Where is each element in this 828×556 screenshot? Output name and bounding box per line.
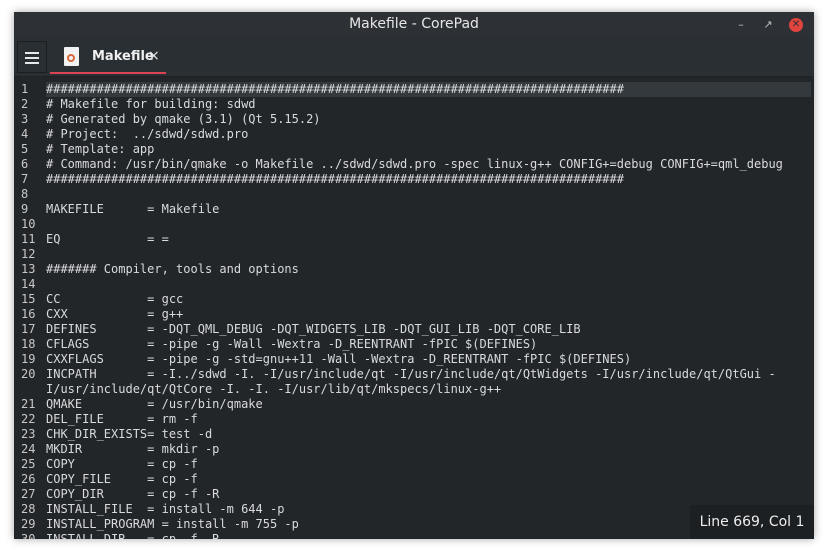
- line-number: 2: [21, 97, 29, 111]
- line-text[interactable]: DEL_FILE = rm -f: [46, 412, 198, 427]
- line-text[interactable]: EQ = =: [46, 232, 169, 247]
- code-line[interactable]: 20 INCPATH = -I../sdwd -I. -I/usr/include…: [14, 367, 814, 397]
- tab-label: Makefile: [92, 49, 154, 64]
- code-line[interactable]: 6 # Command: /usr/bin/qmake -o Makefile .…: [14, 157, 814, 172]
- line-text[interactable]: INCPATH = -I../sdwd -I. -I/usr/include/q…: [46, 367, 806, 397]
- minimize-icon[interactable]: –: [734, 18, 748, 32]
- line-text[interactable]: # Generated by qmake (3.1) (Qt 5.15.2): [46, 112, 321, 127]
- line-number: 23: [21, 427, 36, 441]
- line-text[interactable]: ########################################…: [46, 172, 624, 187]
- code-line[interactable]: 15 CC = gcc: [14, 292, 814, 307]
- line-text[interactable]: COPY = cp -f: [46, 457, 198, 472]
- line-number: 27: [21, 487, 36, 501]
- close-window-icon[interactable]: ✕: [789, 18, 803, 32]
- line-number: 28: [21, 502, 36, 516]
- line-text[interactable]: CFLAGS = -pipe -g -Wall -Wextra -D_REENT…: [46, 337, 537, 352]
- active-tab-indicator: [50, 72, 166, 74]
- code-line[interactable]: 11 EQ = =: [14, 232, 814, 247]
- line-number: 22: [21, 412, 36, 426]
- code-line[interactable]: 26 COPY_FILE = cp -f: [14, 472, 814, 487]
- line-text[interactable]: MKDIR = mkdir -p: [46, 442, 219, 457]
- line-number: 8: [21, 187, 29, 201]
- line-text[interactable]: MAKEFILE = Makefile: [46, 202, 219, 217]
- code-line[interactable]: 5 # Template: app: [14, 142, 814, 157]
- line-text[interactable]: INSTALL_PROGRAM = install -m 755 -p: [46, 517, 299, 532]
- code-line[interactable]: 10: [14, 217, 814, 232]
- line-text[interactable]: INSTALL_FILE = install -m 644 -p: [46, 502, 284, 517]
- line-text[interactable]: # Command: /usr/bin/qmake -o Makefile ..…: [46, 157, 783, 172]
- makefile-file-icon: [64, 47, 79, 66]
- code-line[interactable]: 14: [14, 277, 814, 292]
- tab-bar: Makefile ×: [14, 38, 814, 77]
- line-number: 6: [21, 157, 29, 171]
- code-line[interactable]: 1 #######################################…: [14, 82, 814, 97]
- tab-makefile[interactable]: Makefile ×: [50, 41, 166, 74]
- code-line[interactable]: 9 MAKEFILE = Makefile: [14, 202, 814, 217]
- line-text[interactable]: QMAKE = /usr/bin/qmake: [46, 397, 263, 412]
- line-text[interactable]: CHK_DIR_EXISTS= test -d: [46, 427, 212, 442]
- line-text[interactable]: ####### Compiler, tools and options: [46, 262, 299, 277]
- line-number: 18: [21, 337, 36, 351]
- line-number: 24: [21, 442, 36, 456]
- line-text[interactable]: CXXFLAGS = -pipe -g -std=gnu++11 -Wall -…: [46, 352, 631, 367]
- line-text[interactable]: ########################################…: [46, 82, 811, 97]
- line-text[interactable]: # Template: app: [46, 142, 154, 157]
- line-number: 20: [21, 367, 36, 381]
- cursor-position-status: Line 669, Col 1: [690, 505, 814, 539]
- code-line[interactable]: 22 DEL_FILE = rm -f: [14, 412, 814, 427]
- code-line[interactable]: 27 COPY_DIR = cp -f -R: [14, 487, 814, 502]
- line-number: 14: [21, 277, 36, 291]
- line-text[interactable]: INSTALL_DIR = cp -f -R: [46, 532, 219, 539]
- line-number: 30: [21, 532, 36, 539]
- code-line[interactable]: 12: [14, 247, 814, 262]
- line-number: 11: [21, 232, 36, 246]
- line-text[interactable]: COPY_DIR = cp -f -R: [46, 487, 219, 502]
- line-number: 25: [21, 457, 36, 471]
- code-line[interactable]: 17 DEFINES = -DQT_QML_DEBUG -DQT_WIDGETS_…: [14, 322, 814, 337]
- line-number: 5: [21, 142, 29, 156]
- code-line[interactable]: 24 MKDIR = mkdir -p: [14, 442, 814, 457]
- line-number: 15: [21, 292, 36, 306]
- maximize-icon[interactable]: ↗: [761, 18, 775, 32]
- line-text[interactable]: DEFINES = -DQT_QML_DEBUG -DQT_WIDGETS_LI…: [46, 322, 581, 337]
- code-line[interactable]: 19 CXXFLAGS = -pipe -g -std=gnu++11 -Wall…: [14, 352, 814, 367]
- line-number: 21: [21, 397, 36, 411]
- line-number: 26: [21, 472, 36, 486]
- code-line[interactable]: 4 # Project: ../sdwd/sdwd.pro: [14, 127, 814, 142]
- title-bar[interactable]: Makefile - CorePad – ↗ ✕: [14, 12, 814, 38]
- line-number: 4: [21, 127, 29, 141]
- line-number: 13: [21, 262, 36, 276]
- line-number: 3: [21, 112, 29, 126]
- line-text[interactable]: CXX = g++: [46, 307, 183, 322]
- code-line[interactable]: 7 #######################################…: [14, 172, 814, 187]
- line-text[interactable]: COPY_FILE = cp -f: [46, 472, 198, 487]
- code-editor[interactable]: 1 #######################################…: [14, 77, 814, 539]
- line-text[interactable]: # Project: ../sdwd/sdwd.pro: [46, 127, 248, 142]
- code-line[interactable]: 3 # Generated by qmake (3.1) (Qt 5.15.2): [14, 112, 814, 127]
- line-number: 7: [21, 172, 29, 186]
- code-lines[interactable]: 1 #######################################…: [14, 77, 814, 539]
- close-tab-icon[interactable]: ×: [148, 48, 160, 64]
- line-number: 9: [21, 202, 29, 216]
- app-window: Makefile - CorePad – ↗ ✕ Makefile × 1 ###…: [14, 12, 814, 539]
- line-text[interactable]: # Makefile for building: sdwd: [46, 97, 256, 112]
- window-title: Makefile - CorePad: [349, 16, 479, 32]
- line-number: 19: [21, 352, 36, 366]
- code-line[interactable]: 8: [14, 187, 814, 202]
- line-number: 10: [21, 217, 36, 231]
- code-line[interactable]: 16 CXX = g++: [14, 307, 814, 322]
- hamburger-menu-icon[interactable]: [17, 41, 47, 73]
- line-number: 17: [21, 322, 36, 336]
- code-line[interactable]: 23 CHK_DIR_EXISTS= test -d: [14, 427, 814, 442]
- line-number: 1: [21, 82, 29, 96]
- code-line[interactable]: 21 QMAKE = /usr/bin/qmake: [14, 397, 814, 412]
- line-number: 12: [21, 247, 36, 261]
- code-line[interactable]: 2 # Makefile for building: sdwd: [14, 97, 814, 112]
- line-number: 29: [21, 517, 36, 531]
- line-text[interactable]: CC = gcc: [46, 292, 183, 307]
- code-line[interactable]: 25 COPY = cp -f: [14, 457, 814, 472]
- code-line[interactable]: 13 ####### Compiler, tools and options: [14, 262, 814, 277]
- code-line[interactable]: 18 CFLAGS = -pipe -g -Wall -Wextra -D_REE…: [14, 337, 814, 352]
- line-number: 16: [21, 307, 36, 321]
